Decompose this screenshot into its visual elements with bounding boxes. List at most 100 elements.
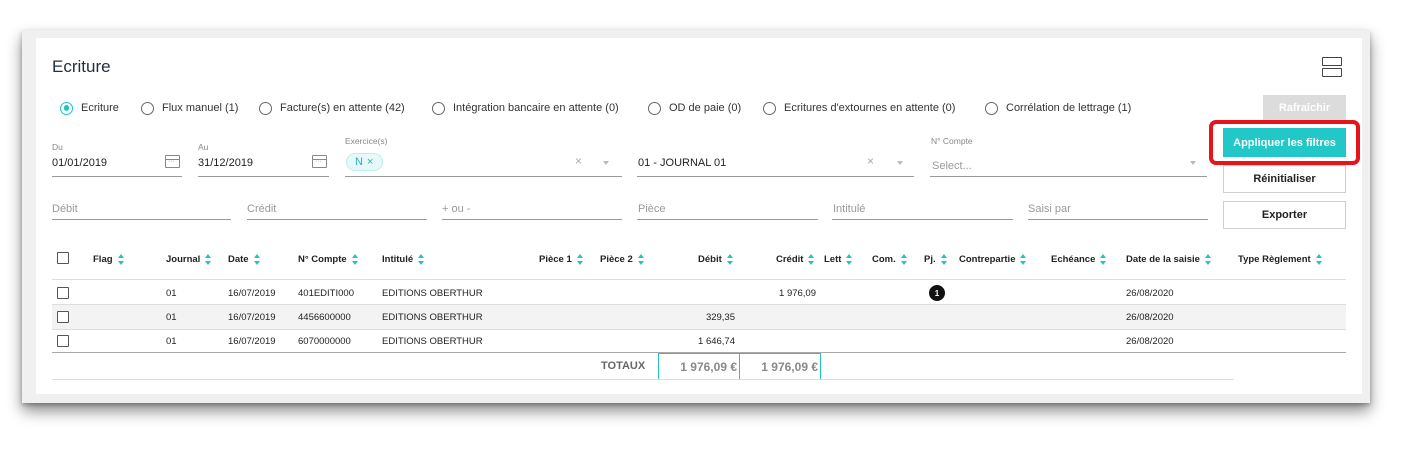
total-debit: 1 976,09 € xyxy=(658,353,740,380)
radio-factures-attente[interactable]: Facture(s) en attente (42) xyxy=(259,100,405,116)
totals-divider xyxy=(52,379,1234,380)
col-echeance[interactable]: Echéance xyxy=(1051,254,1107,265)
sort-icon[interactable] xyxy=(900,254,908,265)
sort-icon[interactable] xyxy=(1204,254,1212,265)
compte-underline xyxy=(930,176,1207,177)
sort-icon[interactable] xyxy=(576,254,584,265)
col-date-saisie[interactable]: Date de la saisie xyxy=(1126,254,1212,265)
cell-date: 16/07/2019 xyxy=(228,288,276,299)
dropdown-caret-icon[interactable] xyxy=(1190,161,1196,165)
au-label: Au xyxy=(198,142,209,152)
col-contrepartie[interactable]: Contrepartie xyxy=(959,254,1027,265)
row-checkbox[interactable] xyxy=(57,311,69,323)
col-lett[interactable]: Lett xyxy=(824,254,853,265)
cell-compte: 4456600000 xyxy=(298,312,351,323)
journal-underline xyxy=(637,176,914,177)
cell-intitule: EDITIONS OBERTHUR xyxy=(382,336,483,347)
col-intitule[interactable]: Intitulé xyxy=(382,254,425,265)
col-credit[interactable]: Crédit xyxy=(776,254,815,265)
col-type-reglement[interactable]: Type Règlement xyxy=(1238,254,1323,265)
credit-underline xyxy=(247,219,427,220)
sort-icon[interactable] xyxy=(1100,254,1107,265)
sort-icon[interactable] xyxy=(808,254,815,265)
piece-underline xyxy=(637,219,818,220)
radio-extournes[interactable]: Ecritures d'extournes en attente (0) xyxy=(763,100,955,116)
radio-ecriture[interactable]: Ecriture xyxy=(60,100,119,116)
total-credit: 1 976,09 € xyxy=(739,353,821,380)
cell-compte: 401EDITI000 xyxy=(298,288,354,299)
col-pj[interactable]: Pj. xyxy=(924,254,948,265)
radio-flux-manuel[interactable]: Flux manuel (1) xyxy=(141,100,238,116)
radio-dot-icon xyxy=(763,101,776,115)
col-journal[interactable]: Journal xyxy=(166,254,212,265)
select-all-checkbox[interactable] xyxy=(57,252,69,264)
compte-label: N° Compte xyxy=(931,136,973,146)
dropdown-caret-icon[interactable] xyxy=(603,161,609,165)
sort-icon[interactable] xyxy=(1315,254,1323,265)
du-label: Du xyxy=(52,142,63,152)
au-underline xyxy=(198,176,329,177)
radio-correlation-lettrage[interactable]: Corrélation de lettrage (1) xyxy=(985,100,1131,116)
sort-icon[interactable] xyxy=(637,254,645,265)
cell-credit: 1 976,09 xyxy=(779,288,816,299)
attachment-count-badge[interactable]: 1 xyxy=(929,285,945,301)
col-piece2[interactable]: Pièce 2 xyxy=(600,254,645,265)
plus-moins-input[interactable]: + ou - xyxy=(442,203,470,215)
radio-dot-icon xyxy=(432,101,445,115)
sort-icon[interactable] xyxy=(726,254,734,265)
calendar-icon[interactable] xyxy=(165,155,180,168)
radio-dot-icon xyxy=(60,101,73,115)
reset-button[interactable]: Réinitialiser xyxy=(1223,165,1346,193)
saisi-par-underline xyxy=(1028,219,1208,220)
split-view-icon[interactable] xyxy=(1322,57,1342,77)
sort-icon[interactable] xyxy=(418,254,425,265)
sort-icon[interactable] xyxy=(117,254,125,265)
dropdown-caret-icon[interactable] xyxy=(897,161,903,165)
row-checkbox[interactable] xyxy=(57,335,69,347)
piece-input[interactable]: Pièce xyxy=(638,203,666,215)
cell-debit: 1 646,74 xyxy=(698,336,735,347)
sort-icon[interactable] xyxy=(351,254,359,265)
radio-dot-icon xyxy=(648,101,661,115)
au-date-input[interactable]: 31/12/2019 xyxy=(198,157,253,169)
exercice-underline xyxy=(345,176,622,177)
cell-intitule: EDITIONS OBERTHUR xyxy=(382,312,483,323)
exercice-chip[interactable]: N × xyxy=(346,153,383,171)
sort-icon[interactable] xyxy=(253,254,261,265)
intitule-input[interactable]: Intitulé xyxy=(833,203,865,215)
radio-dot-icon xyxy=(141,101,154,115)
row-divider xyxy=(52,329,1346,330)
clear-icon[interactable]: × xyxy=(867,154,874,168)
du-date-input[interactable]: 01/01/2019 xyxy=(52,157,107,169)
saisi-par-input[interactable]: Saisi par xyxy=(1028,203,1071,215)
col-flag[interactable]: Flag xyxy=(93,254,125,265)
col-com[interactable]: Com. xyxy=(872,254,908,265)
col-debit[interactable]: Débit xyxy=(698,254,734,265)
calendar-icon[interactable] xyxy=(312,155,327,168)
sort-icon[interactable] xyxy=(205,254,212,265)
page-title: Ecriture xyxy=(52,57,111,76)
row-divider xyxy=(52,304,1346,305)
clear-icon[interactable]: × xyxy=(575,154,582,168)
radio-od-paie[interactable]: OD de paie (0) xyxy=(648,100,741,116)
journal-select[interactable]: 01 - JOURNAL 01 xyxy=(638,157,726,169)
row-checkbox[interactable] xyxy=(57,287,69,299)
plus-moins-underline xyxy=(442,219,622,220)
chip-remove-icon[interactable]: × xyxy=(367,156,373,168)
apply-filters-button[interactable]: Appliquer les filtres xyxy=(1223,128,1346,157)
col-date[interactable]: Date xyxy=(228,254,261,265)
cell-compte: 6070000000 xyxy=(298,336,351,347)
refresh-button[interactable]: Rafraîchir xyxy=(1263,95,1346,121)
compte-select[interactable]: Select... xyxy=(932,160,972,172)
credit-input[interactable]: Crédit xyxy=(247,203,276,215)
col-piece1[interactable]: Pièce 1 xyxy=(539,254,584,265)
export-button[interactable]: Exporter xyxy=(1223,201,1346,229)
exercice-label: Exercice(s) xyxy=(345,136,388,146)
sort-icon[interactable] xyxy=(1020,254,1027,265)
sort-icon[interactable] xyxy=(846,254,853,265)
sort-icon[interactable] xyxy=(940,254,948,265)
debit-input[interactable]: Débit xyxy=(52,203,78,215)
radio-integration-bancaire[interactable]: Intégration bancaire en attente (0) xyxy=(432,100,619,116)
col-compte[interactable]: N° Compte xyxy=(298,254,359,265)
cell-journal: 01 xyxy=(166,288,177,299)
